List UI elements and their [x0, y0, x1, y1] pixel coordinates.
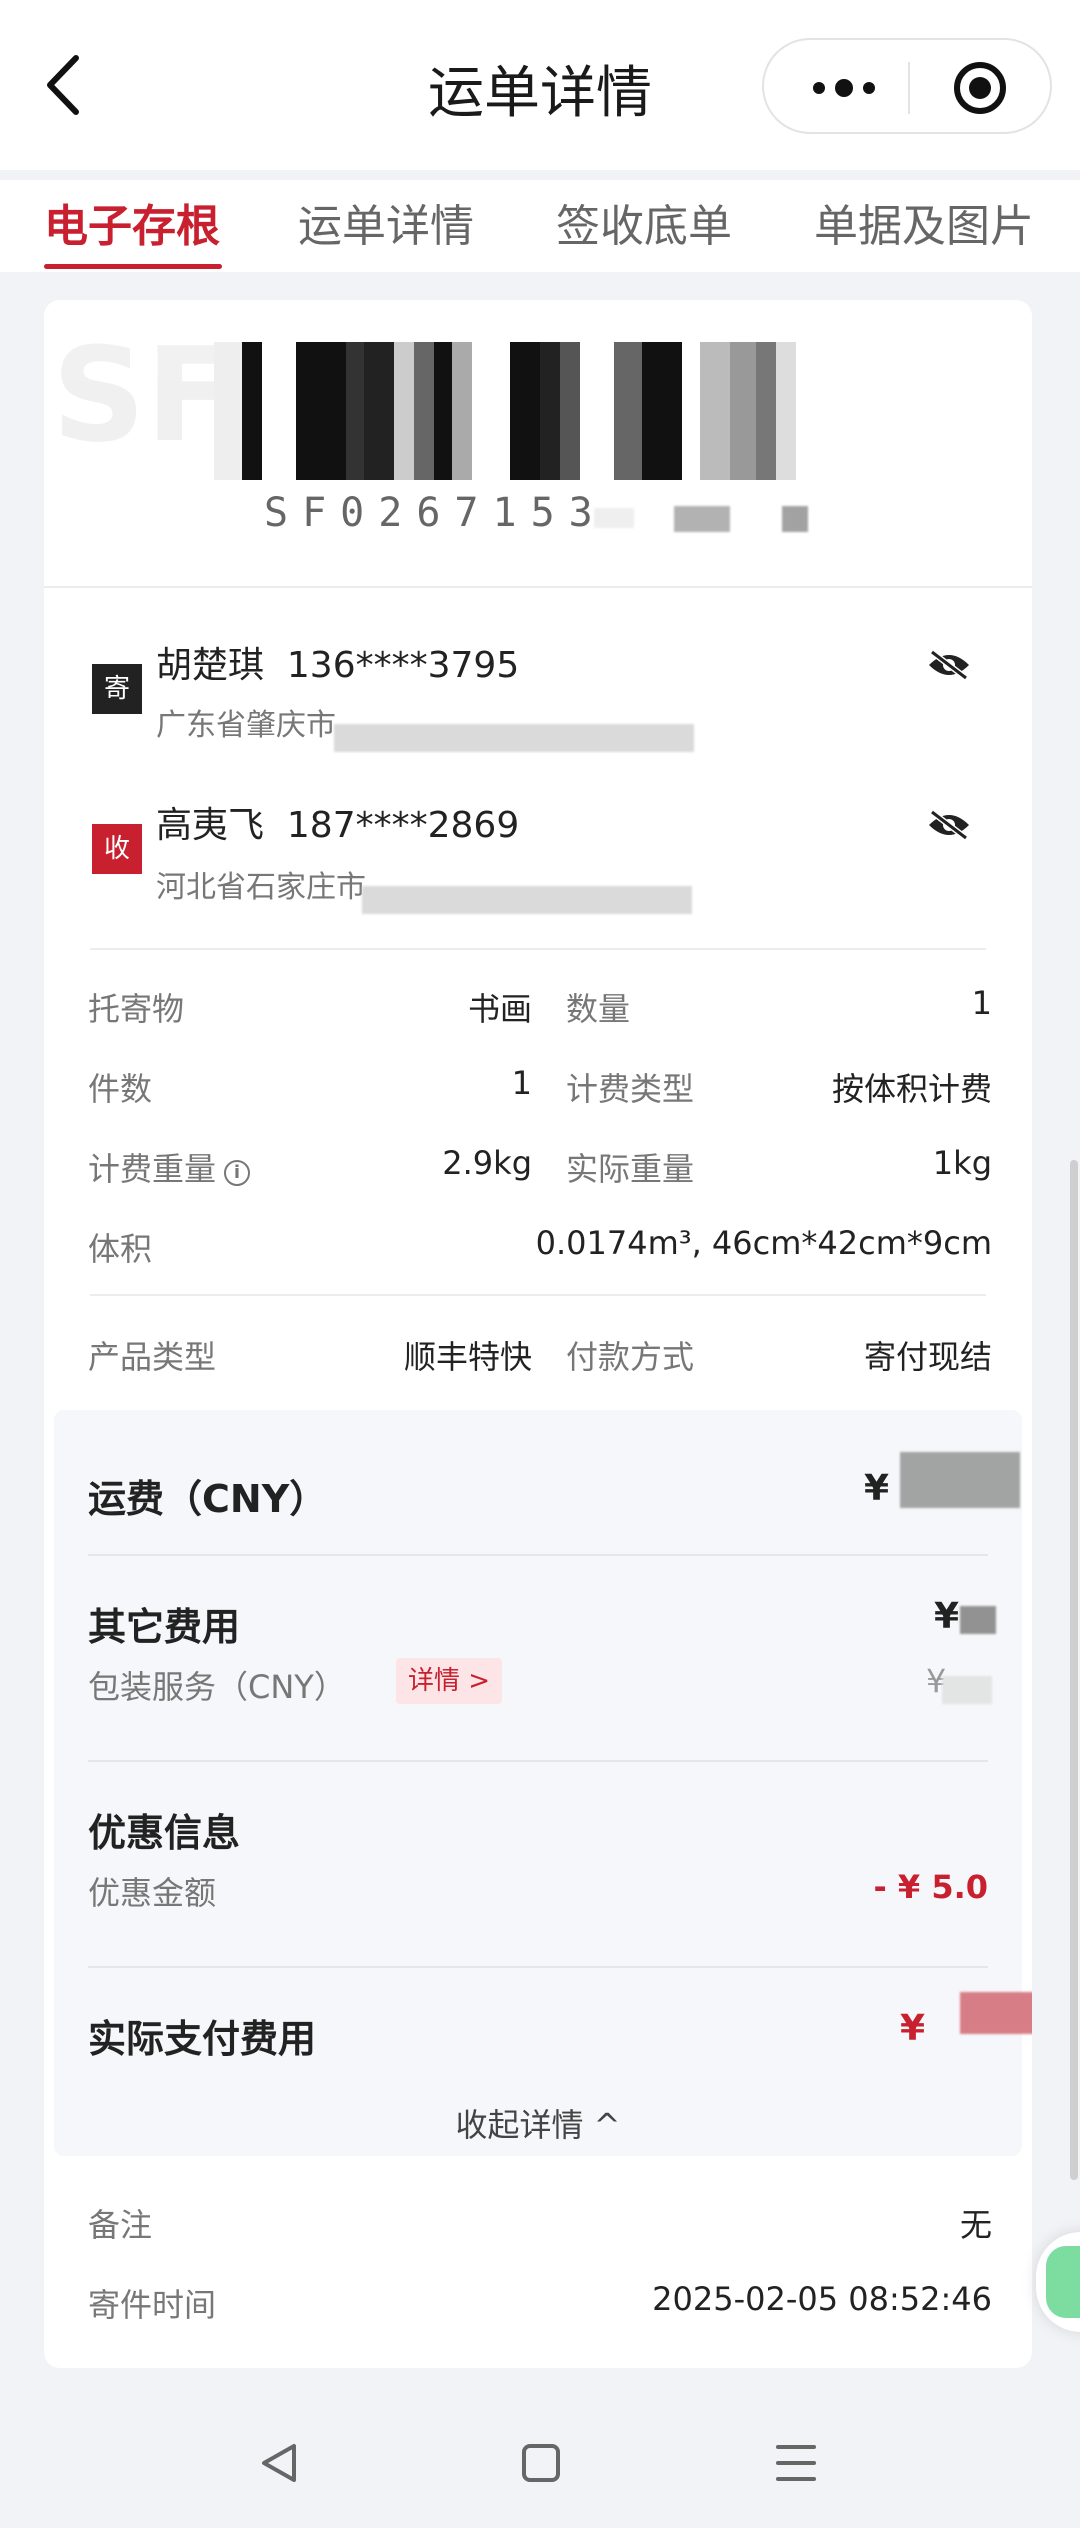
mini-program-capsule: [762, 38, 1052, 134]
goods-value: 书画: [467, 990, 532, 1028]
discount-label: 优惠金额: [88, 1874, 217, 1912]
divider: [88, 1966, 988, 1968]
waybill-number: SF0267153: [264, 490, 607, 536]
other-fees-currency: ¥: [934, 1596, 960, 1637]
billing-type-label: 计费类型: [566, 1070, 695, 1108]
sf-logo-icon: SF: [52, 320, 222, 471]
info-icon[interactable]: i: [224, 1160, 251, 1186]
goods-label: 托寄物: [88, 990, 185, 1028]
divider: [90, 1294, 986, 1296]
svg-text:SF: SF: [52, 320, 222, 471]
sender-name: 胡楚琪: [156, 645, 265, 686]
tab-documents-images[interactable]: 单据及图片: [814, 190, 1034, 254]
floating-chat-button[interactable]: [1036, 2232, 1080, 2332]
masked-freight-amount: [900, 1452, 1020, 1508]
pieces-label: 件数: [88, 1070, 153, 1108]
tab-bar: 电子存根 运单详情 签收底单 单据及图片: [0, 180, 1080, 272]
active-tab-indicator: [44, 264, 222, 269]
receiver-phone: 187****2869: [286, 805, 520, 846]
volume-label: 体积: [88, 1230, 153, 1268]
product-type-label: 产品类型: [88, 1338, 217, 1376]
remark-value: 无: [959, 2206, 992, 2244]
sender-phone: 136****3795: [286, 645, 520, 686]
actual-weight-label: 实际重量: [566, 1150, 695, 1188]
scrollbar[interactable]: [1070, 1160, 1078, 2180]
waybill-card: SF SF0267153 寄 胡楚琪 136****3795 广东省肇庆市 收 …: [44, 300, 1032, 2368]
masked-actual-payment: [960, 1992, 1032, 2034]
actual-weight-value: 1kg: [932, 1144, 992, 1182]
top-bar: 运单详情: [0, 0, 1080, 170]
back-triangle-icon[interactable]: [250, 2438, 310, 2488]
actual-payment-label: 实际支付费用: [88, 2017, 317, 2061]
receiver-name-phone: 高夷飞 187****2869: [156, 796, 519, 848]
tab-waybill-details[interactable]: 运单详情: [298, 190, 474, 254]
volume-value: 0.0174m³, 46cm*42cm*9cm: [535, 1224, 992, 1262]
masked-waybill-digits: [782, 506, 808, 532]
actual-payment-currency: ¥: [900, 2008, 926, 2049]
discount-value: - ¥ 5.0: [873, 1868, 988, 1906]
divider: [88, 1554, 988, 1556]
billing-type-value: 按体积计费: [831, 1070, 992, 1108]
masked-receiver-address: [362, 886, 692, 914]
quantity-label: 数量: [566, 990, 631, 1028]
masked-other-fees: [960, 1606, 996, 1634]
home-square-icon[interactable]: [510, 2438, 570, 2488]
menu-lines-icon[interactable]: [766, 2438, 826, 2488]
payment-value: 寄付现结: [863, 1338, 992, 1376]
sender-badge: 寄: [92, 664, 142, 714]
tab-receipt[interactable]: 签收底单: [556, 190, 732, 254]
masked-sender-address: [334, 724, 694, 752]
sender-address: 广东省肇庆市: [156, 708, 336, 743]
masked-packaging-fee: [942, 1676, 992, 1704]
masked-waybill-digits: [674, 506, 730, 532]
receiver-badge: 收: [92, 824, 142, 874]
divider: [90, 948, 986, 950]
divider: [88, 1760, 988, 1762]
discount-title: 优惠信息: [88, 1811, 241, 1855]
capsule-divider: [908, 62, 910, 114]
divider: [44, 586, 1032, 588]
send-time-label: 寄件时间: [88, 2286, 217, 2324]
packaging-detail-button[interactable]: 详情 >: [396, 1658, 503, 1704]
eye-hidden-icon[interactable]: [926, 808, 972, 842]
collapse-details-button[interactable]: 收起详情 ^: [54, 2100, 1022, 2146]
target-icon[interactable]: [954, 62, 1006, 114]
waybill-barcode: [214, 342, 934, 480]
send-time-value: 2025-02-05 08:52:46: [652, 2280, 992, 2318]
billing-weight-label: 计费重量 i: [88, 1144, 251, 1190]
receiver-name: 高夷飞: [156, 805, 265, 846]
billing-weight-value: 2.9kg: [442, 1144, 532, 1182]
remark-label: 备注: [88, 2206, 153, 2244]
pieces-value: 1: [511, 1064, 532, 1102]
freight-label: 运费（CNY）: [88, 1477, 328, 1521]
system-nav-bar: [0, 2398, 1080, 2528]
freight-currency: ¥: [864, 1468, 890, 1509]
sender-name-phone: 胡楚琪 136****3795: [156, 636, 519, 688]
fee-details-panel: 运费（CNY） ¥ 其它费用 ¥ 包装服务（CNY） 详情 > ¥ 优惠信息 优…: [54, 1410, 1032, 2156]
quantity-value: 1: [971, 984, 992, 1022]
eye-hidden-icon[interactable]: [926, 648, 972, 682]
receiver-address: 河北省石家庄市: [156, 870, 366, 905]
product-type-value: 顺丰特快: [403, 1338, 532, 1376]
packaging-service-label: 包装服务（CNY）: [88, 1668, 346, 1706]
tab-e-stub[interactable]: 电子存根: [44, 190, 220, 254]
payment-label: 付款方式: [566, 1338, 695, 1376]
more-dots-icon[interactable]: [804, 66, 884, 110]
masked-waybill-digits: [594, 508, 634, 528]
other-fees-label: 其它费用: [88, 1605, 241, 1649]
chat-icon: [1046, 2246, 1080, 2318]
